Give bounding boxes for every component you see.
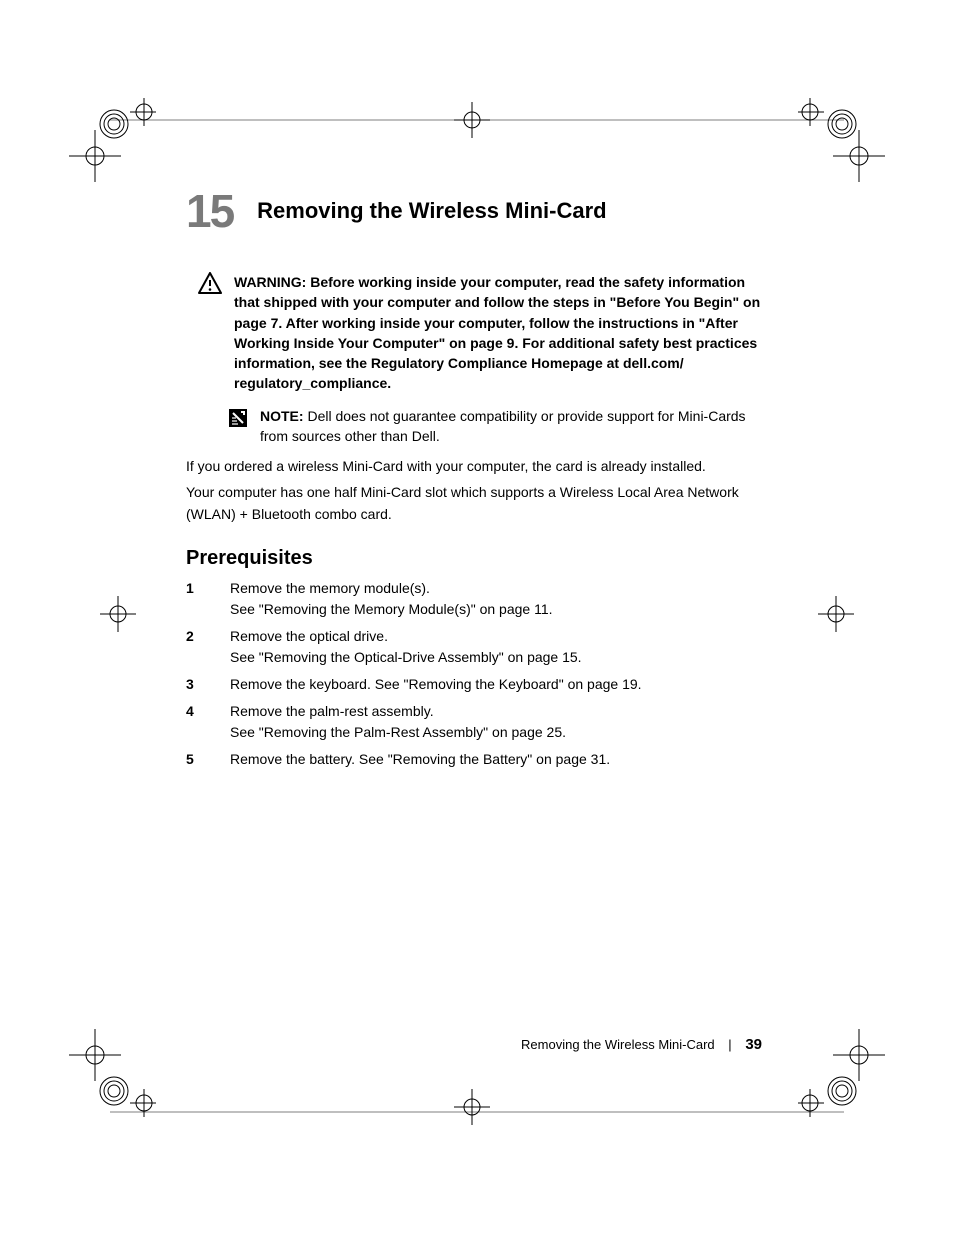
footer-section-title: Removing the Wireless Mini-Card xyxy=(521,1037,715,1052)
registration-mark-icon xyxy=(829,126,889,186)
list-item: Remove the keyboard. See "Removing the K… xyxy=(186,674,762,695)
warning-body: Before working inside your computer, rea… xyxy=(234,274,760,391)
body-paragraph-2: Your computer has one half Mini-Card slo… xyxy=(186,482,762,525)
list-item: Remove the palm-rest assembly.See "Remov… xyxy=(186,701,762,743)
chapter-number: 15 xyxy=(186,188,233,234)
list-item: Remove the memory module(s).See "Removin… xyxy=(186,578,762,620)
warning-icon xyxy=(198,272,226,394)
chapter-title: Removing the Wireless Mini-Card xyxy=(257,198,606,224)
page-footer: Removing the Wireless Mini-Card | 39 xyxy=(186,1036,762,1053)
list-item: Remove the battery. See "Removing the Ba… xyxy=(186,749,762,770)
prerequisites-list: Remove the memory module(s).See "Removin… xyxy=(186,578,762,770)
note-block: NOTE: Dell does not guarantee compatibil… xyxy=(228,406,762,447)
registration-mark-icon xyxy=(816,594,856,634)
prerequisites-heading: Prerequisites xyxy=(186,547,762,570)
page-number: 39 xyxy=(745,1036,762,1053)
page-content: 15 Removing the Wireless Mini-Card WARNI… xyxy=(186,188,762,776)
note-label: NOTE: xyxy=(260,408,307,424)
note-icon xyxy=(228,408,252,447)
note-text: NOTE: Dell does not guarantee compatibil… xyxy=(260,406,762,447)
registration-mark-icon xyxy=(798,1065,858,1125)
body-paragraph-1: If you ordered a wireless Mini-Card with… xyxy=(186,456,762,478)
registration-mark-icon xyxy=(65,126,125,186)
warning-text: WARNING: Before working inside your comp… xyxy=(234,272,762,394)
chapter-header: 15 Removing the Wireless Mini-Card xyxy=(186,188,762,234)
note-body: Dell does not guarantee compatibility or… xyxy=(260,408,746,444)
registration-mark-icon xyxy=(829,1025,889,1085)
registration-mark-icon xyxy=(65,1025,125,1085)
registration-mark-icon xyxy=(452,100,492,140)
warning-label: WARNING: xyxy=(234,274,310,290)
registration-mark-icon xyxy=(96,90,156,150)
registration-mark-icon xyxy=(98,594,138,634)
registration-mark-icon xyxy=(96,1065,156,1125)
list-item: Remove the optical drive.See "Removing t… xyxy=(186,626,762,668)
registration-mark-icon xyxy=(452,1087,492,1127)
registration-mark-icon xyxy=(798,90,858,150)
footer-separator: | xyxy=(728,1037,731,1052)
warning-block: WARNING: Before working inside your comp… xyxy=(198,272,762,394)
